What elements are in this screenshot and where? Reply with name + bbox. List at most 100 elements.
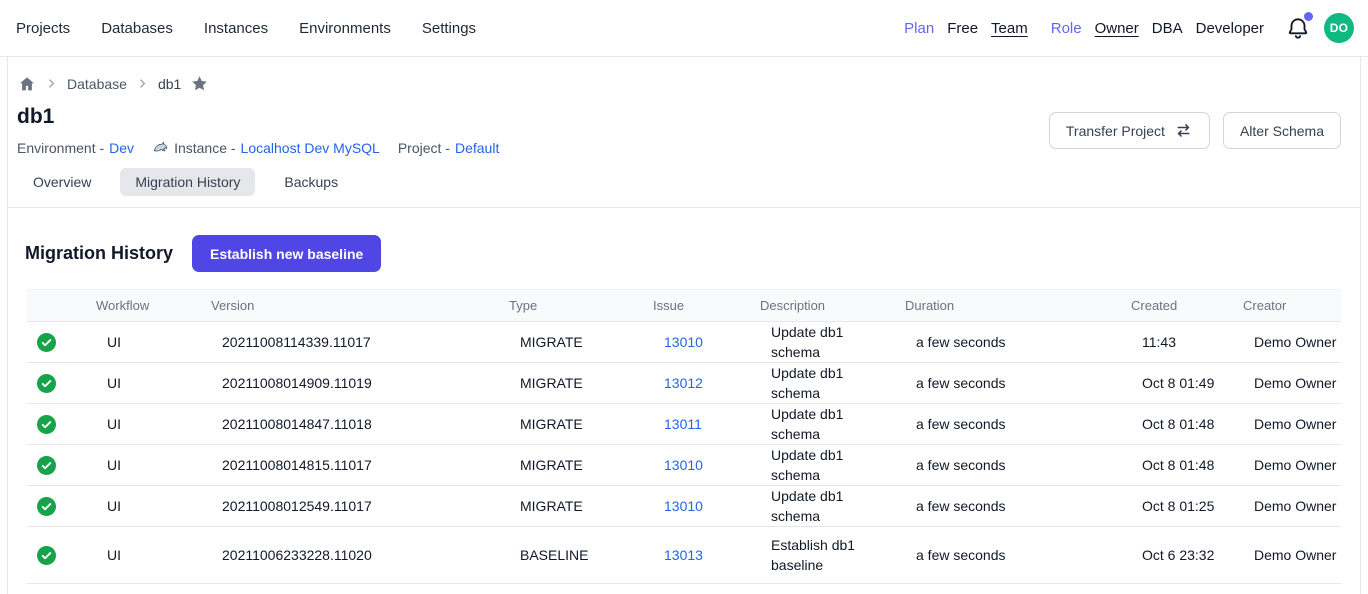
cell-description: Update db1 schema <box>760 445 905 485</box>
header-actions: Transfer Project Alter Schema <box>1049 112 1341 149</box>
cell-workflow: UI <box>96 375 211 391</box>
col-workflow: Workflow <box>96 298 211 313</box>
issue-link[interactable]: 13010 <box>653 457 760 473</box>
breadcrumb-separator-icon <box>136 77 149 90</box>
database-info: db1 Environment - Dev Instance - Localho… <box>17 105 517 156</box>
cell-version: 20211008012549.11017 <box>211 498 509 514</box>
col-description: Description <box>760 298 905 313</box>
success-check-icon <box>37 415 56 434</box>
success-check-icon <box>37 333 56 352</box>
top-navigation: Projects Databases Instances Environment… <box>0 0 1368 57</box>
cell-workflow: UI <box>96 334 211 350</box>
migration-history-header: Migration History Establish new baseline <box>8 208 1360 272</box>
mysql-engine-icon <box>152 139 169 156</box>
transfer-arrows-icon <box>1174 121 1193 140</box>
environment-link[interactable]: Dev <box>109 140 134 156</box>
cell-duration: a few seconds <box>905 334 1131 350</box>
establish-baseline-button[interactable]: Establish new baseline <box>192 235 381 272</box>
cell-description: Establish db1 baseline <box>760 535 905 575</box>
instance-link[interactable]: Localhost Dev MySQL <box>241 140 380 156</box>
role-owner[interactable]: Owner <box>1095 20 1139 37</box>
role-developer[interactable]: Developer <box>1196 20 1264 37</box>
tab-overview[interactable]: Overview <box>18 168 106 196</box>
cell-created: Oct 8 01:25 <box>1131 498 1243 514</box>
plan-upgrade-link[interactable]: Team <box>991 20 1028 37</box>
cell-workflow: UI <box>96 498 211 514</box>
cell-workflow: UI <box>96 547 211 563</box>
cell-duration: a few seconds <box>905 547 1131 563</box>
notifications-button[interactable] <box>1285 15 1311 41</box>
tab-backups[interactable]: Backups <box>269 168 353 196</box>
content-container: Database db1 db1 Environment - Dev <box>7 57 1361 594</box>
project-link[interactable]: Default <box>455 140 499 156</box>
alter-schema-button[interactable]: Alter Schema <box>1223 112 1341 149</box>
issue-link[interactable]: 13013 <box>653 547 760 563</box>
cell-description: Update db1 schema <box>760 486 905 526</box>
breadcrumb-separator-icon <box>45 77 58 90</box>
nav-item-settings[interactable]: Settings <box>422 20 476 37</box>
tab-migration-history[interactable]: Migration History <box>120 168 255 196</box>
success-check-icon <box>37 546 56 565</box>
cell-description: Update db1 schema <box>760 404 905 444</box>
plan-current: Free <box>947 20 978 37</box>
nav-item-projects[interactable]: Projects <box>16 20 70 37</box>
cell-workflow: UI <box>96 416 211 432</box>
issue-link[interactable]: 13010 <box>653 334 760 350</box>
cell-description: Update db1 schema <box>760 322 905 362</box>
table-row[interactable]: UI 20211008014909.11019 MIGRATE 13012 Up… <box>27 362 1341 403</box>
table-row[interactable]: UI 20211008014847.11018 MIGRATE 13011 Up… <box>27 403 1341 444</box>
cell-creator: Demo Owner <box>1243 457 1341 473</box>
database-tabs: Overview Migration History Backups <box>8 164 1360 208</box>
cell-duration: a few seconds <box>905 375 1131 391</box>
cell-creator: Demo Owner <box>1243 375 1341 391</box>
favorite-star-icon[interactable] <box>190 74 209 93</box>
col-creator: Creator <box>1243 298 1341 313</box>
avatar[interactable]: DO <box>1324 13 1354 43</box>
cell-duration: a few seconds <box>905 498 1131 514</box>
transfer-project-button[interactable]: Transfer Project <box>1049 112 1210 149</box>
issue-link[interactable]: 13011 <box>653 416 760 432</box>
cell-type: BASELINE <box>509 547 653 563</box>
table-row[interactable]: UI 20211008012549.11017 MIGRATE 13010 Up… <box>27 485 1341 526</box>
success-check-icon <box>37 374 56 393</box>
cell-created: 11:43 <box>1131 334 1243 350</box>
cell-type: MIGRATE <box>509 375 653 391</box>
cell-creator: Demo Owner <box>1243 334 1341 350</box>
breadcrumb-db1: db1 <box>158 76 181 92</box>
table-row[interactable]: UI 20211006233228.11020 BASELINE 13013 E… <box>27 526 1341 583</box>
cell-type: MIGRATE <box>509 498 653 514</box>
cell-description: Update db1 schema <box>760 363 905 403</box>
cell-version: 20211008014909.11019 <box>211 375 509 391</box>
table-row[interactable]: UI 20211008114339.11017 MIGRATE 13010 Up… <box>27 322 1341 362</box>
transfer-project-label: Transfer Project <box>1066 123 1165 139</box>
cell-created: Oct 6 23:32 <box>1131 547 1243 563</box>
success-check-icon <box>37 497 56 516</box>
cell-creator: Demo Owner <box>1243 498 1341 514</box>
cell-version: 20211008014847.11018 <box>211 416 509 432</box>
database-meta: Environment - Dev Instance - Localhost D… <box>17 139 517 156</box>
cell-created: Oct 8 01:48 <box>1131 416 1243 432</box>
nav-item-databases[interactable]: Databases <box>101 20 173 37</box>
cell-creator: Demo Owner <box>1243 416 1341 432</box>
page-title: db1 <box>17 105 517 129</box>
col-created: Created <box>1131 298 1243 313</box>
issue-link[interactable]: 13012 <box>653 375 760 391</box>
cell-version: 20211006233228.11020 <box>211 547 509 563</box>
breadcrumb-database[interactable]: Database <box>67 76 127 92</box>
col-duration: Duration <box>905 298 1131 313</box>
cell-version: 20211008014815.11017 <box>211 457 509 473</box>
table-row[interactable]: UI 20211008014815.11017 MIGRATE 13010 Up… <box>27 444 1341 485</box>
cell-duration: a few seconds <box>905 416 1131 432</box>
cell-creator: Demo Owner <box>1243 547 1341 563</box>
migration-history-table: Workflow Version Type Issue Description … <box>27 289 1341 584</box>
nav-item-instances[interactable]: Instances <box>204 20 268 37</box>
nav-item-environments[interactable]: Environments <box>299 20 391 37</box>
issue-link[interactable]: 13010 <box>653 498 760 514</box>
project-label: Project - <box>398 140 450 156</box>
instance-label: Instance - <box>174 140 235 156</box>
main-nav: Projects Databases Instances Environment… <box>16 20 476 37</box>
cell-version: 20211008114339.11017 <box>211 334 509 350</box>
plan-label: Plan <box>904 20 934 37</box>
home-icon[interactable] <box>18 75 36 93</box>
role-dba[interactable]: DBA <box>1152 20 1183 37</box>
